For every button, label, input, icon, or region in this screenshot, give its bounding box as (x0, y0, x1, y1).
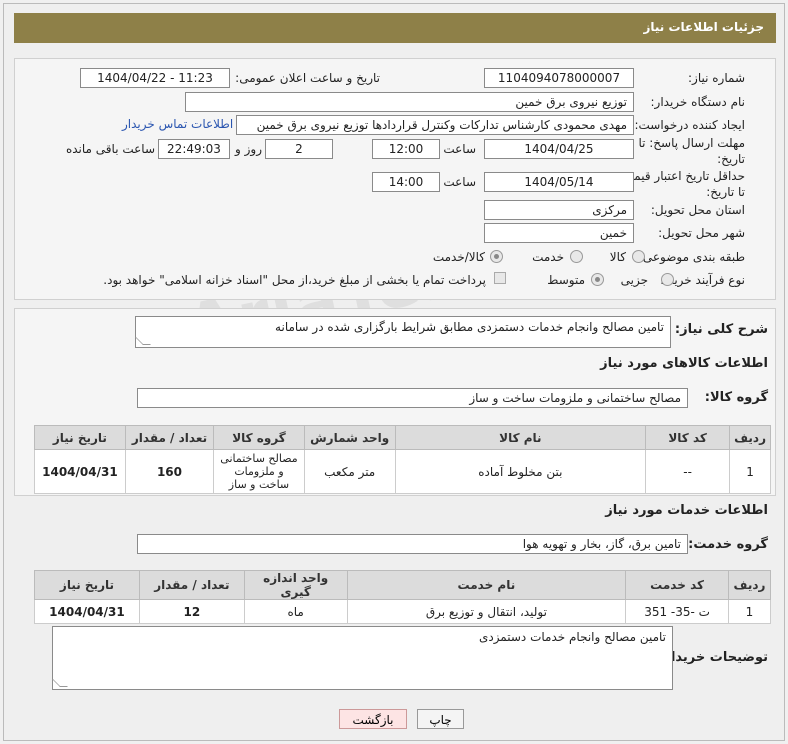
col-qty: تعداد / مقدار (138, 570, 245, 600)
deadline-date-field[interactable]: 1404/04/25 (484, 139, 634, 159)
price-label-line1: حداقل تاریخ اعتبار قیمت: (618, 169, 745, 183)
goods-table: ردیف کد کالا نام کالا واحد شمارش گروه کا… (34, 425, 771, 494)
services-table-header: ردیف کد خدمت نام خدمت واحد اندازه گیری ت… (34, 570, 772, 600)
description-text: تامین مصالح وانجام خدمات دستمزدی مطابق ش… (275, 320, 664, 334)
price-label-line2: تا تاریخ: (706, 185, 745, 199)
col-qty: تعداد / مقدار (124, 425, 215, 450)
col-date: تاریخ نیاز (34, 425, 126, 450)
services-table: ردیف کد خدمت نام خدمت واحد اندازه گیری ت… (34, 570, 772, 624)
cell-name: تولید، انتقال و توزیع برق (346, 599, 627, 624)
cell-date: 1404/04/31 (34, 599, 140, 624)
buyer-notes-label: توضیحات خریدار: (658, 650, 768, 665)
goods-table-header: ردیف کد کالا نام کالا واحد شمارش گروه کا… (34, 425, 771, 450)
services-section-title: اطلاعات خدمات مورد نیاز (605, 503, 768, 518)
price-time-label: ساعت (443, 175, 476, 189)
province-label: استان محل تحویل: (650, 203, 745, 217)
cell-unit: متر مکعب (303, 449, 396, 494)
cell-code: ت -35- 351 (625, 599, 729, 624)
services-group-label: گروه خدمت: (688, 537, 768, 552)
province-field[interactable]: مرکزی (484, 200, 634, 220)
print-button[interactable]: چاپ (417, 709, 464, 729)
price-validity-label: حداقل تاریخ اعتبار قیمت: تا تاریخ: (618, 168, 745, 200)
need-number-field[interactable]: 1104094078000007 (484, 68, 634, 88)
goods-group-label: گروه کالا: (704, 390, 768, 405)
process-medium-label: متوسط (547, 273, 585, 287)
cell-name: بتن مخلوط آماده (394, 449, 647, 494)
cell-unit: ماه (243, 599, 348, 624)
days-field[interactable]: 2 (265, 139, 333, 159)
page-title: جزئیات اطلاعات نیاز (14, 13, 776, 43)
col-group: گروه کالا (213, 425, 305, 450)
resize-handle-icon[interactable] (135, 337, 151, 345)
description-field[interactable]: تامین مصالح وانجام خدمات دستمزدی مطابق ش… (135, 316, 671, 348)
price-time-field[interactable]: 14:00 (372, 172, 440, 192)
process-minor-label: جزیی (620, 273, 648, 287)
remaining-label: ساعت باقی مانده (65, 142, 155, 156)
goods-section-title: اطلاعات کالاهای مورد نیاز (600, 356, 768, 371)
category-both-radio[interactable] (490, 250, 503, 263)
cell-date: 1404/04/31 (34, 449, 126, 494)
city-label: شهر محل تحویل: (658, 226, 745, 240)
cell-code: -- (645, 449, 731, 494)
price-date-field[interactable]: 1404/05/14 (484, 172, 634, 192)
col-row: ردیف (729, 425, 771, 450)
process-medium-radio[interactable] (591, 273, 604, 286)
remaining-time-field[interactable]: 22:49:03 (158, 139, 230, 159)
creator-field[interactable]: مهدی محمودی کارشناس تدارکات وکنترل قرارد… (236, 115, 634, 135)
city-field[interactable]: خمین (484, 223, 634, 243)
col-name: نام خدمت (346, 570, 627, 600)
category-service-label: خدمت (532, 250, 564, 264)
payment-note: پرداخت تمام یا بخشی از مبلغ خرید،از محل … (103, 273, 486, 287)
need-number-label: شماره نیاز: (688, 71, 745, 85)
days-label: روز و (235, 142, 262, 156)
col-unit: واحد شمارش (303, 425, 396, 450)
buyer-notes-field[interactable]: تامین مصالح وانجام خدمات دستمزدی (52, 626, 673, 690)
cell-group: مصالح ساختمانی و ملزومات ساخت و ساز (213, 449, 305, 494)
treasury-checkbox[interactable] (494, 272, 506, 284)
process-minor-radio[interactable] (661, 273, 674, 286)
col-code: کد خدمت (625, 570, 729, 600)
deadline-label: مهلت ارسال پاسخ: تا تاریخ: (638, 135, 745, 167)
cell-qty: 160 (124, 449, 215, 494)
buyer-org-label: نام دستگاه خریدار: (650, 95, 746, 109)
deadline-time-field[interactable]: 12:00 (372, 139, 440, 159)
col-unit: واحد اندازه گیری (243, 570, 348, 600)
contact-buyer-link[interactable]: اطلاعات تماس خریدار (122, 117, 233, 131)
goods-group-field[interactable]: مصالح ساختمانی و ملزومات ساخت و ساز (137, 388, 688, 408)
description-label: شرح کلی نیاز: (674, 322, 768, 337)
table-row[interactable]: 1 ت -35- 351 تولید، انتقال و توزیع برق م… (34, 599, 772, 624)
buyer-org-field[interactable]: توزیع نیروی برق خمین (185, 92, 634, 112)
cell-row: 1 (729, 449, 771, 494)
back-button[interactable]: بازگشت (339, 709, 407, 729)
category-service-radio[interactable] (570, 250, 583, 263)
table-row[interactable]: 1 -- بتن مخلوط آماده متر مکعب مصالح ساخت… (34, 449, 771, 494)
buyer-notes-text: تامین مصالح وانجام خدمات دستمزدی (478, 630, 666, 644)
col-row: ردیف (727, 570, 772, 600)
deadline-label-line2: تاریخ: (717, 152, 745, 166)
services-group-field[interactable]: تامین برق، گاز، بخار و تهویه هوا (137, 534, 688, 554)
announce-field[interactable]: 1404/04/22 - 11:23 (80, 68, 230, 88)
deadline-label-line1: مهلت ارسال پاسخ: تا (638, 136, 745, 150)
category-goods-radio[interactable] (632, 250, 645, 263)
deadline-time-label: ساعت (443, 142, 476, 156)
resize-handle-icon[interactable] (52, 679, 68, 687)
cell-row: 1 (727, 599, 772, 624)
announce-label: تاریخ و ساعت اعلان عمومی: (235, 71, 380, 85)
col-name: نام کالا (394, 425, 647, 450)
category-both-label: کالا/خدمت (432, 250, 485, 264)
category-label: طبقه بندی موضوعی: (638, 250, 745, 264)
col-code: کد کالا (645, 425, 731, 450)
category-goods-label: کالا (609, 250, 626, 264)
cell-qty: 12 (138, 599, 245, 624)
col-date: تاریخ نیاز (34, 570, 140, 600)
creator-label: ایجاد کننده درخواست: (634, 118, 745, 132)
